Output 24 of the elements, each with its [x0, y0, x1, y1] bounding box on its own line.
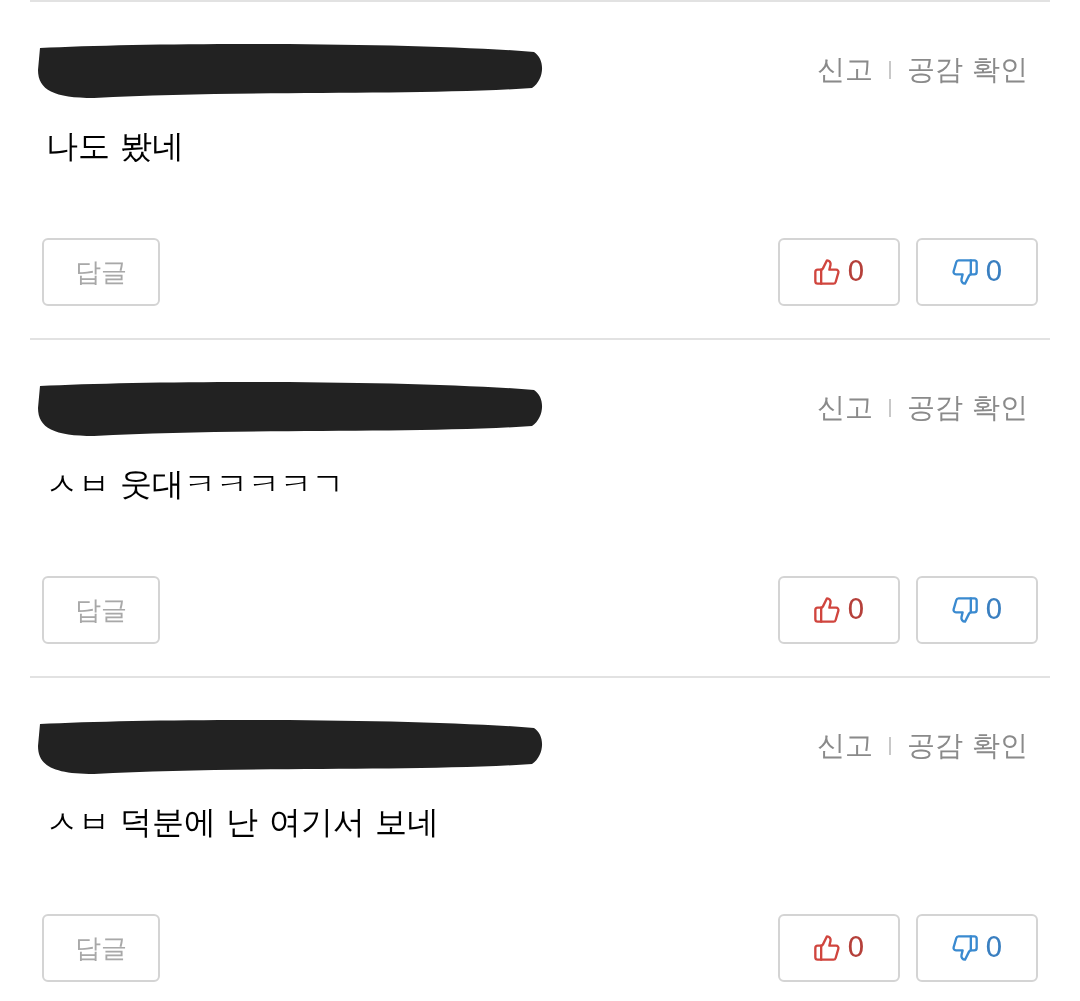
- thumbs-up-icon: [813, 258, 842, 286]
- reply-button[interactable]: 답글: [42, 238, 160, 306]
- reply-button[interactable]: 답글: [42, 576, 160, 644]
- empathy-link[interactable]: 공감 확인: [907, 725, 1028, 767]
- comment-text: 나도 봤네: [46, 127, 185, 165]
- empathy-link[interactable]: 공감 확인: [907, 49, 1028, 91]
- thumbs-down-icon: [951, 934, 980, 962]
- comment-text: ㅅㅂ 덕분에 난 여기서 보네: [46, 803, 439, 841]
- dislike-button[interactable]: 0: [916, 914, 1038, 982]
- reply-button[interactable]: 답글: [42, 914, 160, 982]
- thumbs-down-icon: [951, 596, 980, 624]
- empathy-link[interactable]: 공감 확인: [907, 387, 1028, 429]
- thumbs-down-icon: [951, 258, 980, 286]
- like-button[interactable]: 0: [778, 238, 900, 306]
- like-button[interactable]: 0: [778, 576, 900, 644]
- report-link[interactable]: 신고: [817, 387, 874, 429]
- like-button[interactable]: 0: [778, 914, 900, 982]
- thumbs-up-icon: [813, 934, 842, 962]
- report-link[interactable]: 신고: [817, 49, 874, 91]
- comment-text: ㅅㅂ 웃대ㅋㅋㅋㅋㄱ: [46, 465, 345, 503]
- thumbs-up-icon: [813, 596, 842, 624]
- dislike-button[interactable]: 0: [916, 238, 1038, 306]
- dislike-button[interactable]: 0: [916, 576, 1038, 644]
- report-link[interactable]: 신고: [817, 725, 874, 767]
